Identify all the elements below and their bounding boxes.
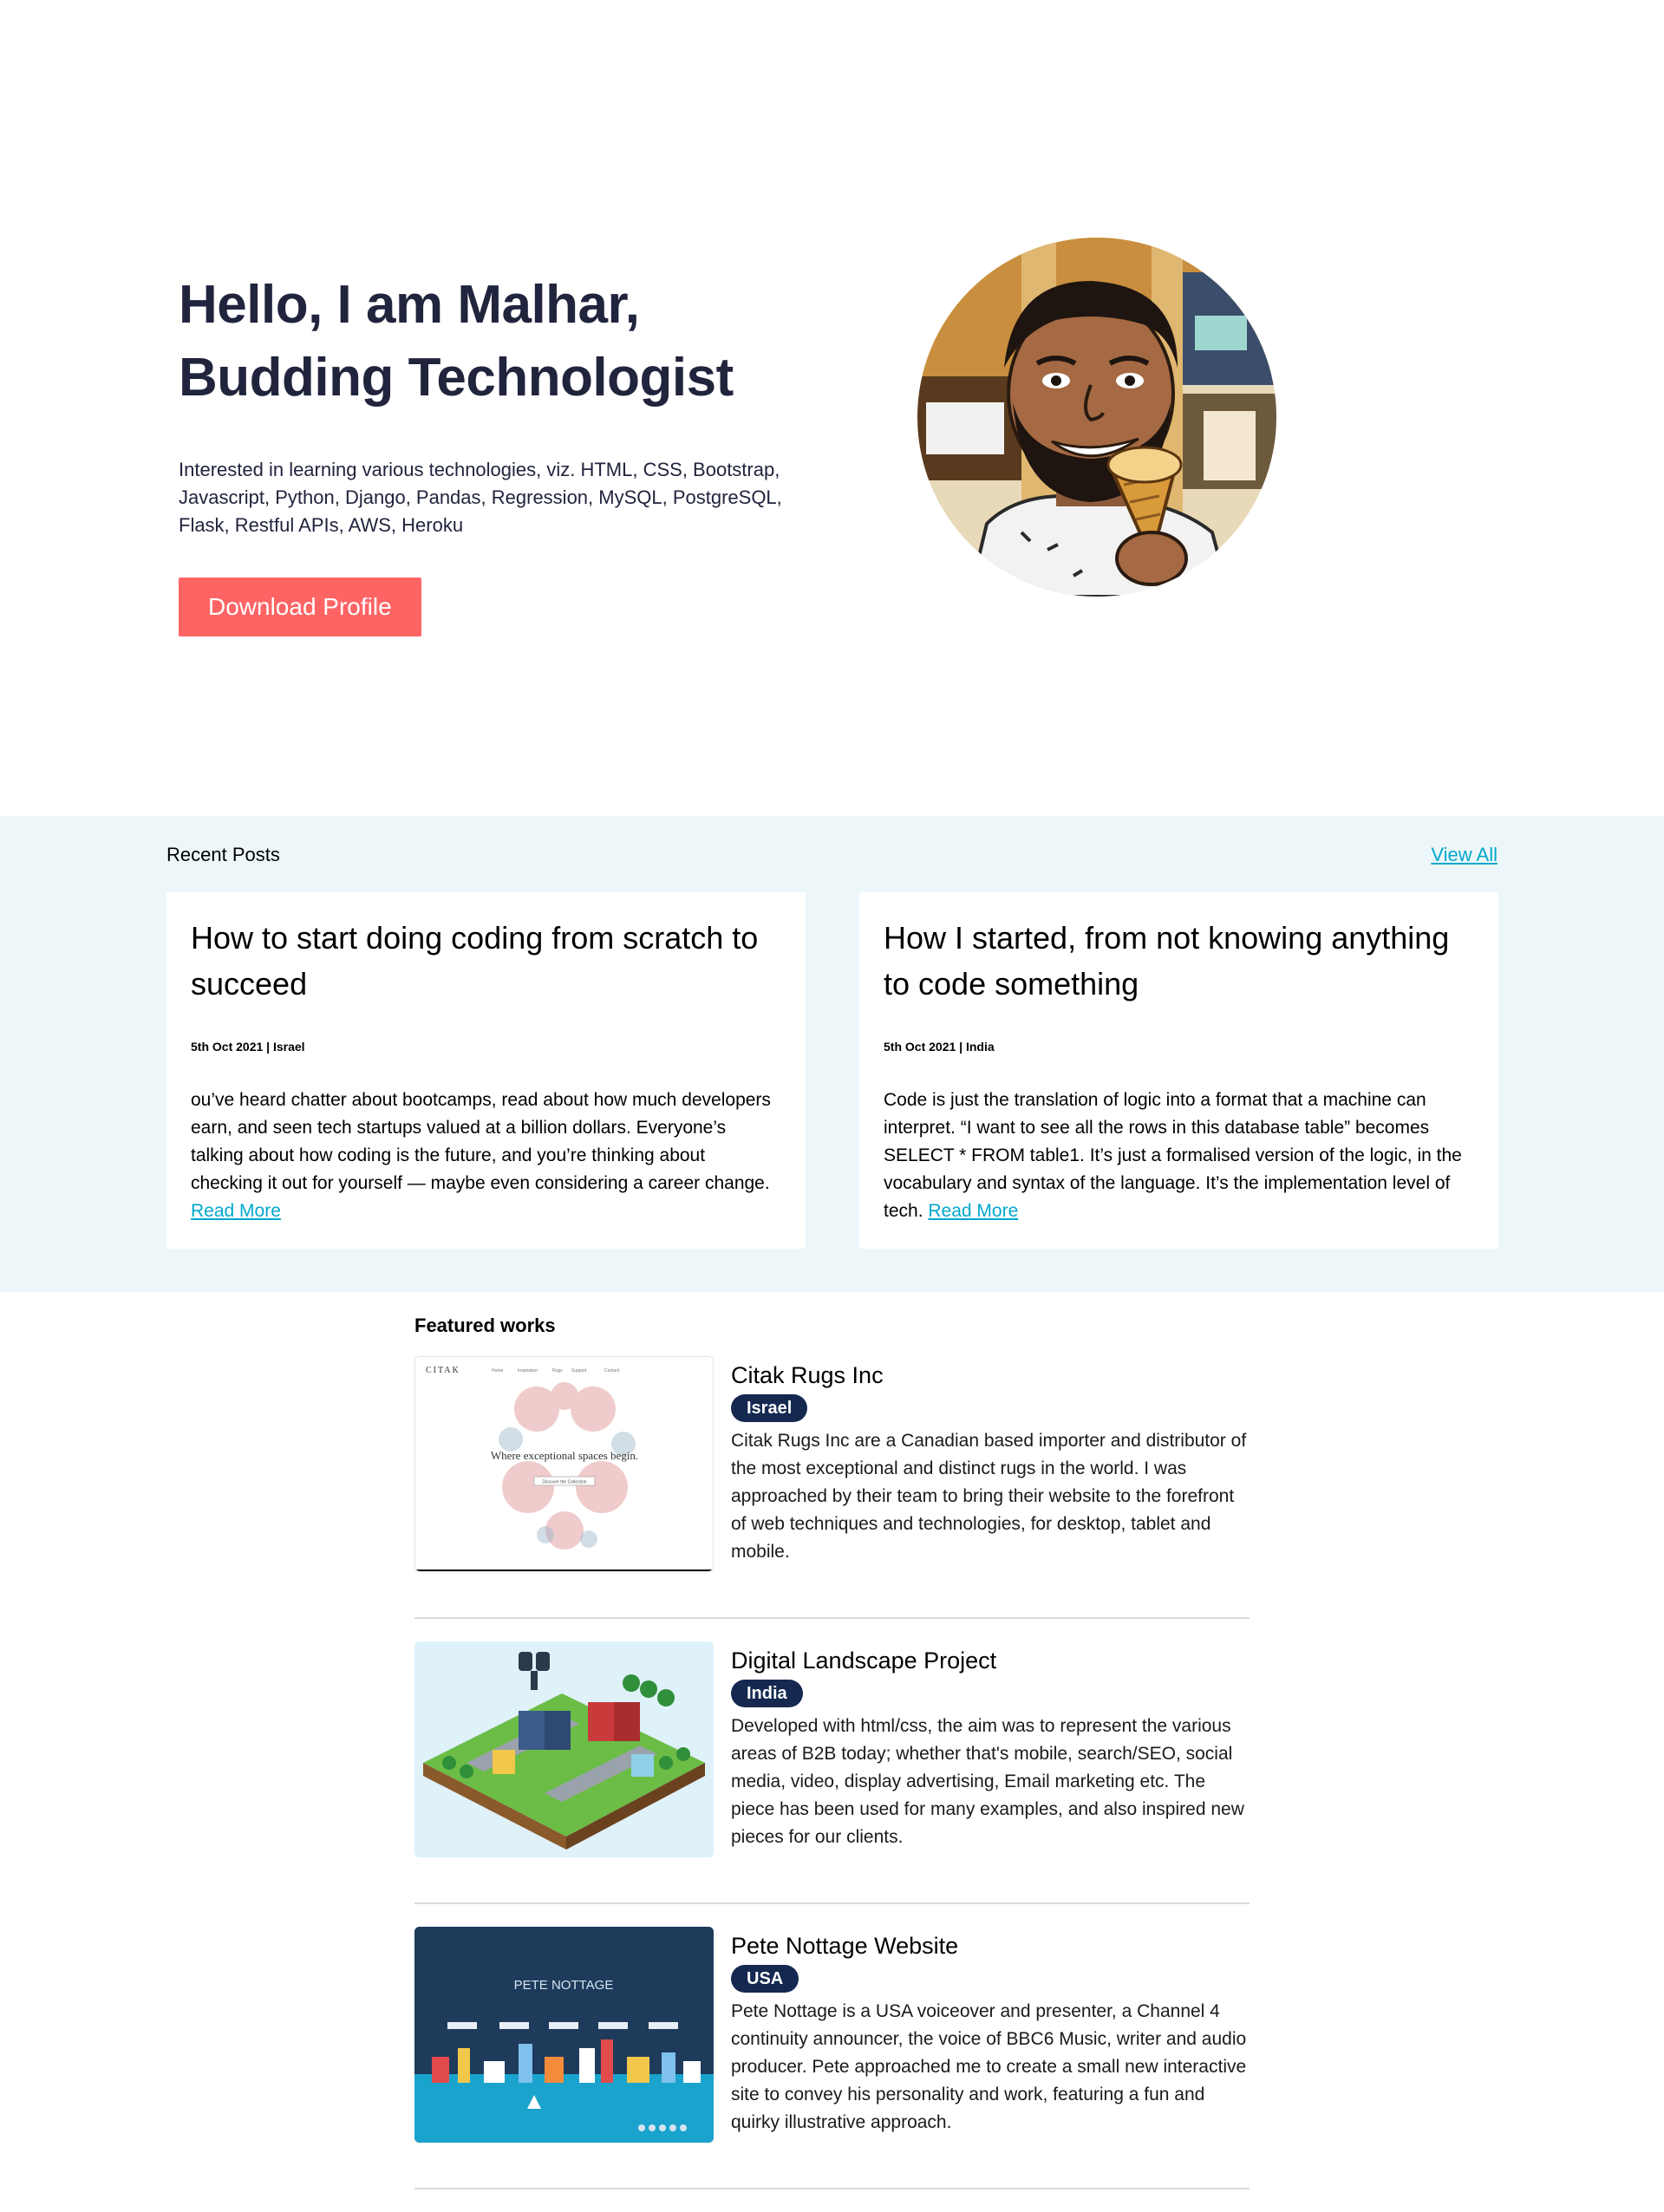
hero-section: Hello, I am Malhar, Budding Technologist… — [0, 0, 1664, 816]
post-excerpt: Code is just the translation of logic in… — [884, 1086, 1474, 1225]
post-excerpt-text: ou’ve heard chatter about bootcamps, rea… — [191, 1090, 771, 1193]
post-meta: 5th Oct 2021 | Israel — [191, 1040, 305, 1054]
work-info: Citak Rugs Inc Israel Citak Rugs Inc are… — [731, 1360, 1251, 1566]
hero-title-line2: Budding Technologist — [179, 348, 734, 408]
hero-text: Hello, I am Malhar, Budding Technologist… — [179, 269, 803, 636]
citak-nav-item: Rugs — [552, 1368, 563, 1374]
citak-nav-item: Home — [492, 1368, 504, 1374]
work-title[interactable]: Pete Nottage Website — [731, 1930, 1251, 1961]
post-excerpt: ou’ve heard chatter about bootcamps, rea… — [191, 1086, 781, 1225]
work-item: Digital Landscape Project India Develope… — [414, 1641, 1250, 1904]
citak-nav-item: Inspiration — [518, 1368, 538, 1374]
hero-description: Interested in learning various technolog… — [179, 459, 782, 536]
citak-logo-text: CITAK — [426, 1366, 460, 1375]
pete-nottage-website-screenshot: PETE NOTTAGE — [414, 1927, 714, 2143]
recent-posts-section: Recent Posts View All How to start doing… — [0, 816, 1664, 1292]
post-title[interactable]: How to start doing coding from scratch t… — [191, 915, 781, 1007]
post-meta: 5th Oct 2021 | India — [884, 1040, 995, 1054]
work-title[interactable]: Digital Landscape Project — [731, 1645, 1251, 1676]
read-more-link[interactable]: Read More — [191, 1201, 281, 1221]
profile-avatar — [917, 238, 1276, 597]
recent-posts-header: Recent Posts View All — [166, 842, 1498, 868]
hero-title-line1: Hello, I am Malhar, — [179, 275, 640, 335]
post-card: How I started, from not knowing anything… — [859, 892, 1498, 1249]
work-thumbnail-pete-nottage[interactable]: PETE NOTTAGE — [414, 1927, 714, 2143]
work-location-badge: India — [731, 1680, 803, 1707]
hero-title: Hello, I am Malhar, Budding Technologist — [179, 269, 803, 414]
featured-works-title: Featured works — [414, 1315, 556, 1336]
recent-posts-title: Recent Posts — [166, 844, 280, 865]
work-description: Citak Rugs Inc are a Canadian based impo… — [731, 1431, 1247, 1562]
citak-nav-item: Contact — [604, 1368, 620, 1374]
work-info: Pete Nottage Website USA Pete Nottage is… — [731, 1930, 1251, 2137]
work-item: PETE NOTTAGE Pete Nottage Website USA Pe… — [414, 1927, 1250, 2189]
post-card: How to start doing coding from scratch t… — [166, 892, 806, 1249]
work-thumbnail-citak[interactable]: CITAK Home Inspiration Rugs Support Cont… — [414, 1356, 714, 1572]
work-info: Digital Landscape Project India Develope… — [731, 1645, 1251, 1851]
view-all-link[interactable]: View All — [1431, 844, 1498, 866]
citak-tagline: Where exceptional spaces begin. — [491, 1449, 638, 1462]
featured-works-section: Featured works CITAK Home Inspiration Ru… — [414, 1292, 1250, 2189]
work-thumbnail-digital-landscape[interactable] — [414, 1641, 714, 1857]
citak-cta-text: Discover the Collection — [542, 1480, 586, 1485]
work-item: CITAK Home Inspiration Rugs Support Cont… — [414, 1356, 1250, 1619]
citak-nav-item: Support — [571, 1368, 587, 1374]
work-title[interactable]: Citak Rugs Inc — [731, 1360, 1251, 1391]
work-description: Pete Nottage is a USA voiceover and pres… — [731, 2001, 1247, 2132]
work-location-badge: USA — [731, 1965, 799, 1993]
read-more-link[interactable]: Read More — [928, 1201, 1018, 1221]
isometric-city-illustration — [414, 1641, 714, 1857]
download-profile-button[interactable]: Download Profile — [179, 577, 421, 636]
work-list: CITAK Home Inspiration Rugs Support Cont… — [414, 1356, 1250, 2189]
work-description: Developed with html/css, the aim was to … — [731, 1716, 1244, 1847]
work-location-badge: Israel — [731, 1394, 808, 1422]
avatar-illustration — [917, 238, 1276, 597]
post-title[interactable]: How I started, from not knowing anything… — [884, 915, 1474, 1007]
pete-nottage-heading: PETE NOTTAGE — [514, 1978, 614, 1993]
citak-website-screenshot: CITAK Home Inspiration Rugs Support Cont… — [415, 1357, 713, 1571]
